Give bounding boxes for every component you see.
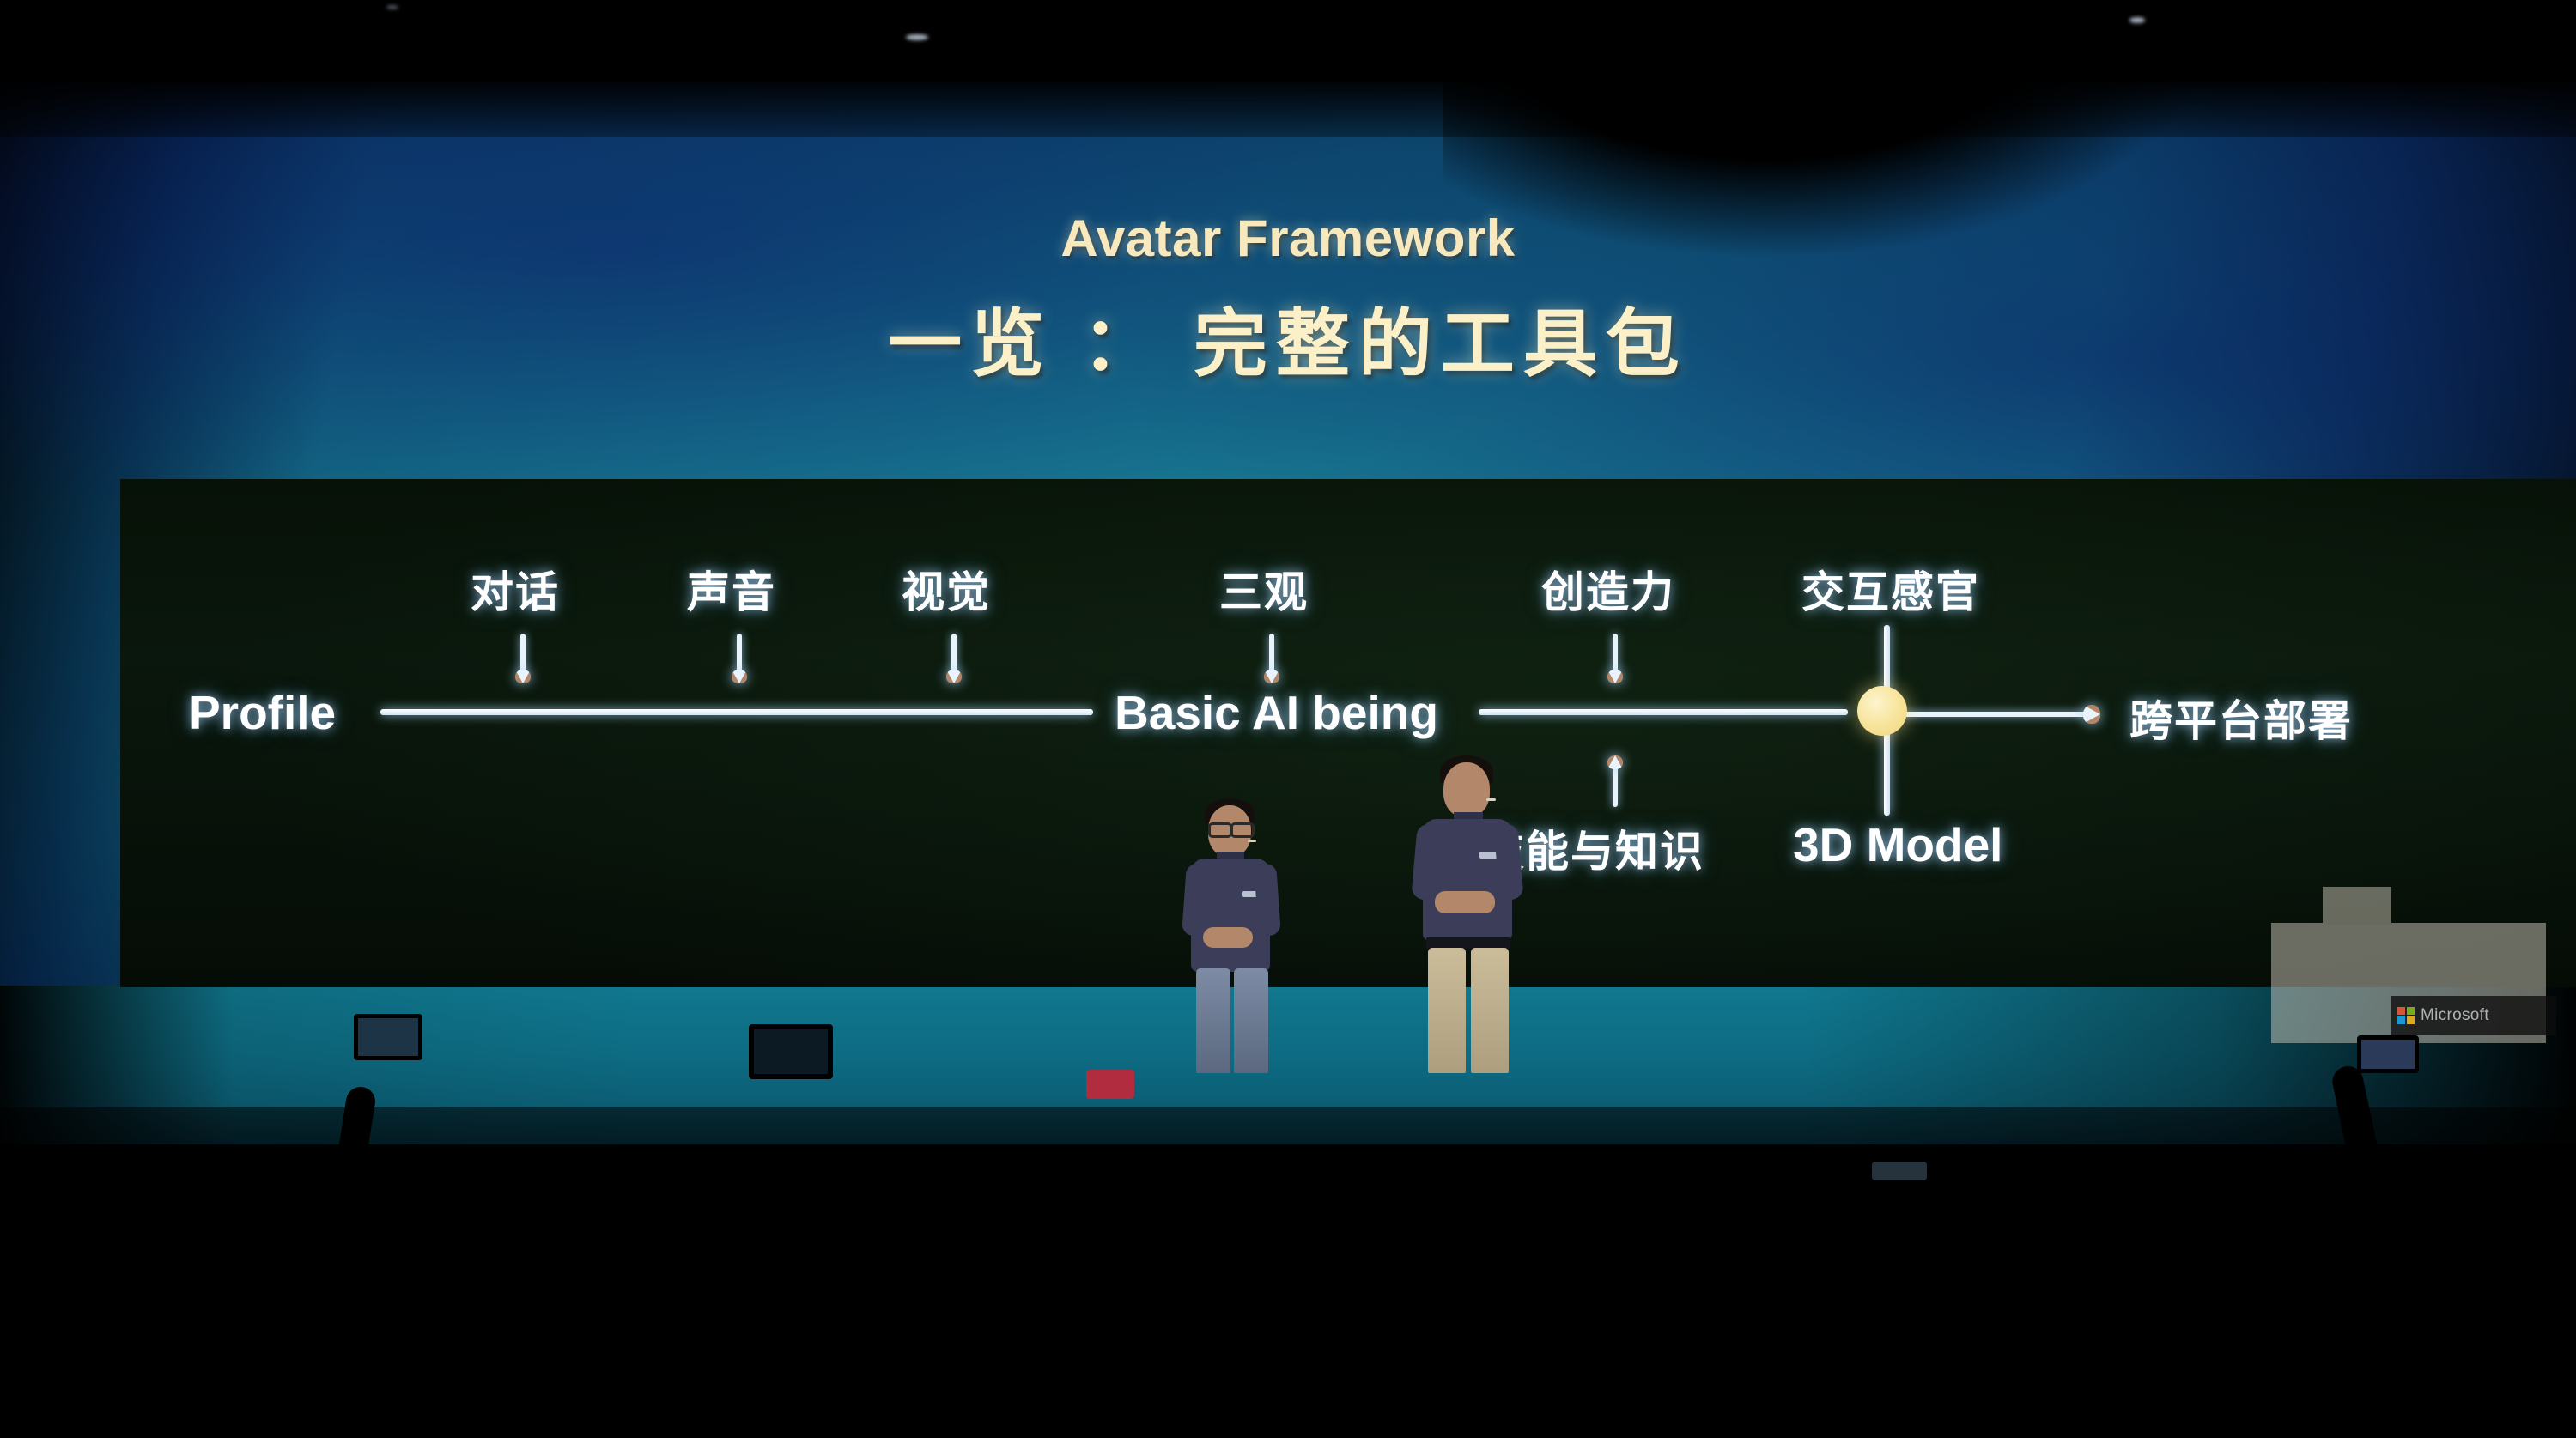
input-label-voice: 声音	[687, 568, 776, 616]
input-label-creativity: 创造力	[1541, 568, 1675, 616]
model-node-dot-icon	[1857, 686, 1907, 736]
audience-silhouette	[1288, 1163, 1430, 1438]
audience-silhouette	[343, 1176, 472, 1438]
audience-phone-screen	[2357, 1035, 2419, 1073]
input-label-worldview: 三观	[1219, 568, 1309, 616]
input-label-interaction-senses: 交互感官	[1801, 568, 1980, 616]
audience-silhouette	[1696, 1180, 1829, 1438]
audience-silhouette	[2361, 1168, 2499, 1438]
down-arrow-icon	[946, 634, 962, 685]
audience-silhouette	[1825, 1163, 1966, 1438]
audience-phone-screen	[354, 1014, 422, 1060]
audience-silhouette	[1550, 1155, 1700, 1438]
flow-line-profile-to-core	[380, 709, 1093, 715]
flow-core-label: Basic AI being	[1115, 686, 1438, 739]
audience-silhouette	[219, 1180, 335, 1438]
node-stem-upper	[1884, 625, 1890, 695]
down-arrow-icon	[515, 634, 531, 685]
presenter-left	[1163, 798, 1309, 1073]
audience-silhouette	[2082, 1159, 2228, 1438]
node-stem-lower	[1884, 725, 1890, 816]
presenter-right	[1395, 755, 1554, 1073]
microsoft-logo-icon	[2397, 1007, 2415, 1024]
audience-silhouette	[726, 1150, 876, 1438]
input-label-dialogue: 对话	[471, 568, 560, 616]
up-arrow-icon	[1607, 755, 1623, 807]
audience-phone-screen	[1086, 1070, 1134, 1099]
flow-start-label: Profile	[189, 686, 337, 739]
audience-silhouette	[1159, 1193, 1288, 1438]
audience-silhouette	[468, 1163, 605, 1438]
down-arrow-icon	[1264, 634, 1279, 685]
audience-silhouette	[2224, 1180, 2353, 1438]
microsoft-logo-plate: Microsoft	[2391, 996, 2556, 1035]
audience-phone-screen	[1872, 1162, 1927, 1180]
audience-phone-screen	[749, 1024, 833, 1079]
flow-end-label: 跨平台部署	[2129, 697, 2353, 745]
down-arrow-icon	[1607, 634, 1623, 685]
input-label-vision: 视觉	[902, 568, 991, 616]
audience-silhouette	[880, 1180, 1009, 1438]
microsoft-wordmark: Microsoft	[2421, 1006, 2489, 1024]
conference-stage-photo: Avatar Framework 一览 ： 完整的工具包 对话 声音 视觉 三观…	[0, 0, 2576, 1438]
audience-silhouette	[1009, 1159, 1155, 1438]
flow-line-core-to-node	[1479, 709, 1848, 715]
model-node-label: 3D Model	[1793, 818, 2003, 871]
audience-silhouette	[1962, 1189, 2087, 1438]
down-arrow-icon	[732, 634, 747, 685]
audience-silhouette	[1425, 1185, 1550, 1438]
audience-silhouette	[103, 1155, 232, 1438]
audience-silhouette	[601, 1189, 721, 1438]
